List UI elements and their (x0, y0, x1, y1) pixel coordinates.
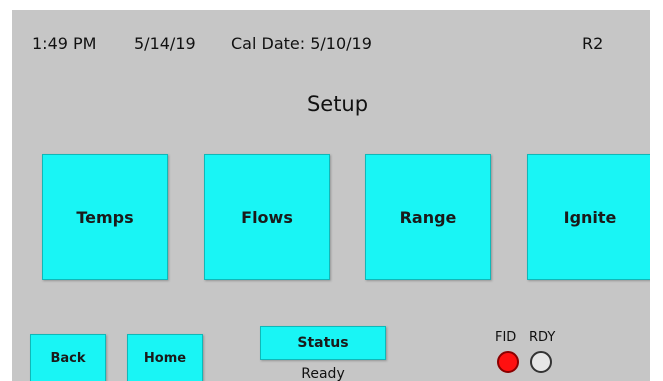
temps-button[interactable]: Temps (42, 154, 168, 280)
clock-time: 1:49 PM (32, 34, 97, 53)
setup-screen: 1:49 PM 5/14/19 Cal Date: 5/10/19 R2 Set… (12, 10, 650, 381)
flows-button[interactable]: Flows (204, 154, 330, 280)
rdy-label: RDY (529, 330, 556, 345)
status-value: Ready (301, 366, 345, 381)
fid-label: FID (495, 330, 517, 345)
revision-label: R2 (582, 34, 604, 53)
status-button[interactable]: Status (260, 326, 386, 360)
fid-indicator-led (497, 351, 519, 373)
back-button[interactable]: Back (30, 334, 106, 381)
range-button[interactable]: Range (365, 154, 491, 280)
home-button[interactable]: Home (127, 334, 203, 381)
current-date: 5/14/19 (134, 34, 196, 53)
page-title: Setup (306, 92, 369, 116)
ignite-button[interactable]: Ignite (527, 154, 650, 280)
rdy-indicator-led (530, 351, 552, 373)
calibration-date: Cal Date: 5/10/19 (231, 34, 372, 53)
